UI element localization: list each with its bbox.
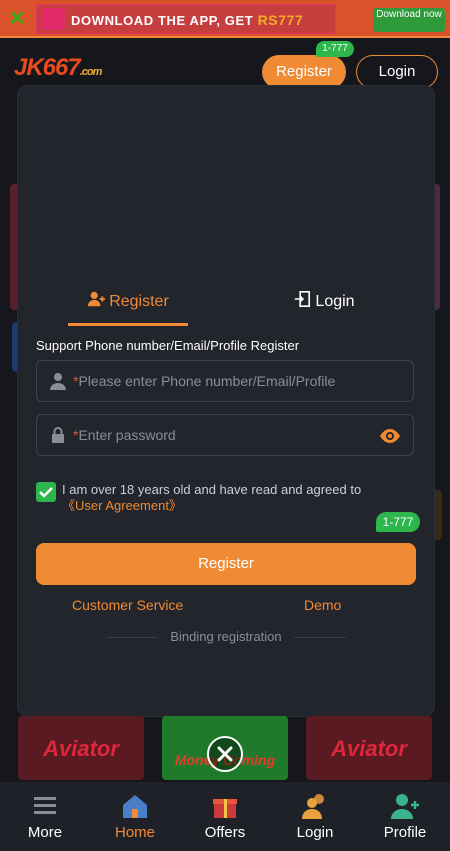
app-logo-icon xyxy=(41,8,65,30)
game-title: Aviator xyxy=(331,736,407,761)
home-icon xyxy=(123,795,147,818)
password-input[interactable]: *Enter password xyxy=(36,414,414,456)
gift-icon xyxy=(213,799,237,818)
binding-registration[interactable]: Binding registration xyxy=(18,629,434,644)
bottom-nav: More Home Offers Login Profile xyxy=(0,782,450,851)
lock-icon xyxy=(52,427,64,443)
close-icon xyxy=(217,746,233,762)
profile-icon xyxy=(391,794,419,819)
game-title: Aviator xyxy=(43,736,119,761)
nav-login[interactable]: Login xyxy=(270,790,360,841)
form-label: Support Phone number/Email/Profile Regis… xyxy=(36,338,300,353)
identifier-input[interactable]: *Please enter Phone number/Email/Profile xyxy=(36,360,414,402)
header-login-button[interactable]: Login xyxy=(356,55,438,89)
brand-name: JK667 xyxy=(14,54,81,81)
game-tile[interactable]: Aviator xyxy=(306,716,432,780)
nav-more-label: More xyxy=(27,824,63,841)
header-register-button[interactable]: Register xyxy=(262,55,346,89)
nav-profile-label: Profile xyxy=(383,824,427,841)
agree-text: I am over 18 years old and have read and… xyxy=(62,482,362,497)
demo-link[interactable]: Demo xyxy=(304,597,341,613)
nav-profile[interactable]: Profile xyxy=(360,790,450,841)
close-modal-button[interactable] xyxy=(207,736,243,772)
users-icon xyxy=(302,794,324,819)
user-icon xyxy=(50,373,66,390)
nav-home[interactable]: Home xyxy=(90,790,180,841)
close-banner-icon[interactable]: ✕ xyxy=(6,8,28,30)
identifier-placeholder: Please enter Phone number/Email/Profile xyxy=(78,373,336,389)
tab-register[interactable]: Register xyxy=(68,286,188,326)
password-placeholder: Enter password xyxy=(78,427,176,443)
banner-text: DOWNLOAD THE APP, GET xyxy=(71,13,254,28)
register-modal: Register Login Support Phone number/Emai… xyxy=(18,86,434,716)
auth-tabs: Register Login xyxy=(18,286,434,328)
login-door-icon xyxy=(295,290,311,308)
tab-login-label: Login xyxy=(315,293,355,310)
user-add-icon xyxy=(88,291,106,307)
customer-service-link[interactable]: Customer Service xyxy=(72,597,183,613)
brand-logo[interactable]: JK667.com xyxy=(14,54,103,82)
register-bonus-badge: 1-777 xyxy=(376,512,420,532)
banner-amount: RS777 xyxy=(257,12,304,28)
agree-checkbox[interactable] xyxy=(36,482,56,502)
tab-register-label: Register xyxy=(109,293,169,310)
download-banner[interactable]: DOWNLOAD THE APP, GET RS777 xyxy=(36,4,336,34)
tab-login[interactable]: Login xyxy=(264,286,384,326)
check-icon xyxy=(39,487,53,498)
download-banner-bar: ✕ DOWNLOAD THE APP, GET RS777 Download n… xyxy=(0,0,450,38)
register-button[interactable]: Register xyxy=(36,543,416,585)
menu-icon xyxy=(34,797,56,814)
nav-home-label: Home xyxy=(114,824,155,841)
nav-offers-label: Offers xyxy=(204,824,246,841)
nav-login-label: Login xyxy=(296,824,334,841)
show-password-icon[interactable] xyxy=(379,427,401,445)
nav-offers[interactable]: Offers xyxy=(180,790,270,841)
header-register-badge: 1-777 xyxy=(316,41,354,57)
nav-more[interactable]: More xyxy=(0,790,90,841)
game-tile[interactable]: Aviator xyxy=(18,716,144,780)
download-now-button[interactable]: Download now xyxy=(373,8,445,32)
user-agreement-link[interactable]: 《User Agreement》 xyxy=(62,498,182,513)
brand-suffix: .com xyxy=(79,66,103,78)
